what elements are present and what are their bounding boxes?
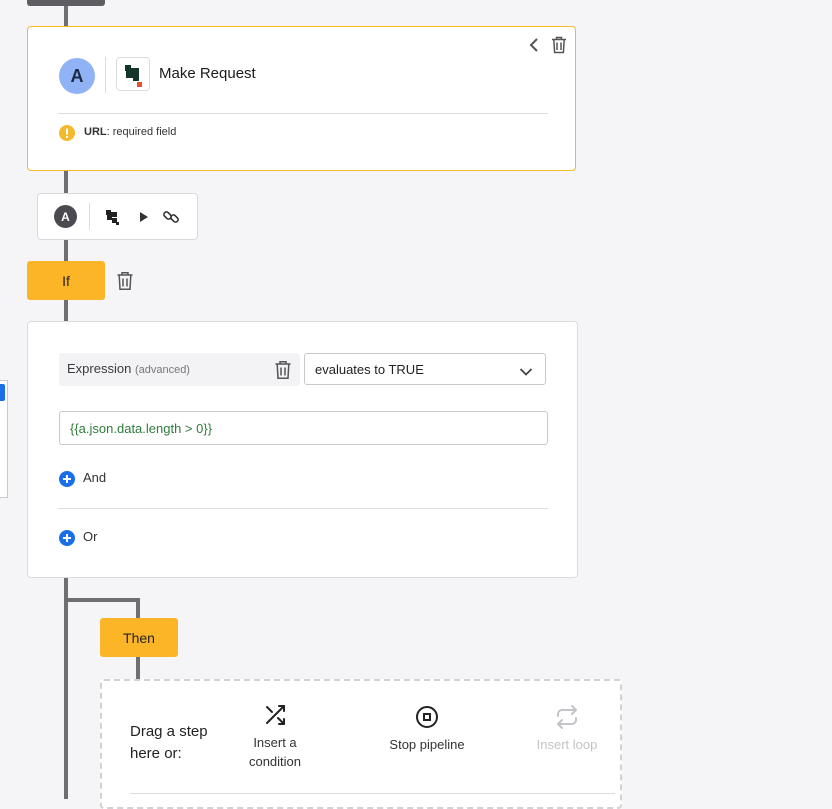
insert-loop-button: Insert loop bbox=[522, 705, 612, 754]
previous-step-stub bbox=[27, 0, 105, 6]
connector-line bbox=[64, 300, 68, 321]
step-toolbar: A bbox=[37, 193, 198, 240]
stop-circle-icon bbox=[416, 706, 438, 728]
divider bbox=[130, 793, 615, 794]
then-block-button[interactable]: Then bbox=[100, 618, 178, 657]
expression-label-text: Expression bbox=[67, 361, 132, 376]
link-icon[interactable] bbox=[162, 208, 180, 231]
app-logo-icon[interactable] bbox=[104, 208, 122, 231]
expression-hint: (advanced) bbox=[134, 364, 190, 376]
trash-icon[interactable] bbox=[551, 36, 567, 54]
stop-pipeline-label: Stop pipeline bbox=[389, 737, 465, 752]
connector-line bbox=[64, 578, 68, 799]
divider bbox=[58, 508, 548, 509]
divider bbox=[58, 113, 548, 114]
step-title: Make Request bbox=[159, 65, 256, 82]
insert-condition-label: Insert a condition bbox=[248, 735, 302, 769]
warning-field-name: URL bbox=[84, 126, 107, 138]
step-card-make-request[interactable]: A Make Request URL: required field bbox=[27, 26, 576, 171]
play-icon[interactable] bbox=[138, 210, 150, 229]
add-and-button[interactable]: And bbox=[83, 470, 106, 485]
divider bbox=[105, 57, 106, 93]
trash-icon[interactable] bbox=[116, 271, 134, 291]
app-logo-icon bbox=[116, 57, 150, 91]
expression-label: Expression (advanced) bbox=[67, 361, 190, 376]
add-or-button[interactable]: Or bbox=[83, 529, 97, 544]
expression-label-box: Expression (advanced) bbox=[59, 353, 300, 386]
shuffle-icon bbox=[266, 705, 285, 725]
insert-condition-button[interactable]: Insert a condition bbox=[230, 703, 320, 771]
warning-message: : required field bbox=[106, 126, 177, 138]
insert-loop-label: Insert loop bbox=[536, 737, 598, 752]
expression-input-value: {{a.json.data.length > 0}} bbox=[70, 421, 213, 436]
chevron-down-icon bbox=[519, 364, 533, 376]
divider bbox=[89, 203, 90, 230]
drop-zone-prompt: Drag a step here or: bbox=[130, 723, 208, 762]
add-or-icon[interactable] bbox=[59, 530, 75, 546]
stop-pipeline-button[interactable]: Stop pipeline bbox=[382, 705, 472, 754]
add-and-icon[interactable] bbox=[59, 471, 75, 487]
if-block-button[interactable]: If bbox=[27, 261, 105, 300]
expression-input[interactable]: {{a.json.data.length > 0}} bbox=[59, 411, 548, 445]
warning-icon bbox=[59, 125, 75, 141]
condition-card: Expression (advanced) evaluates to TRUE … bbox=[27, 321, 578, 578]
toolbar-avatar[interactable]: A bbox=[54, 205, 77, 228]
evaluates-select-value: evaluates to TRUE bbox=[315, 362, 424, 377]
chevron-left-icon[interactable] bbox=[528, 37, 542, 53]
required-field-warning: URL: required field bbox=[84, 126, 176, 138]
side-panel-tab[interactable] bbox=[0, 384, 5, 401]
connector-line bbox=[136, 657, 140, 679]
connector-line bbox=[136, 598, 140, 618]
step-drop-zone[interactable]: Drag a step here or: Insert a condition … bbox=[100, 679, 622, 809]
evaluates-select[interactable]: evaluates to TRUE bbox=[304, 353, 546, 385]
connector-line bbox=[64, 598, 140, 602]
trash-icon[interactable] bbox=[274, 360, 292, 380]
repeat-icon bbox=[557, 705, 577, 729]
step-avatar: A bbox=[59, 58, 95, 94]
